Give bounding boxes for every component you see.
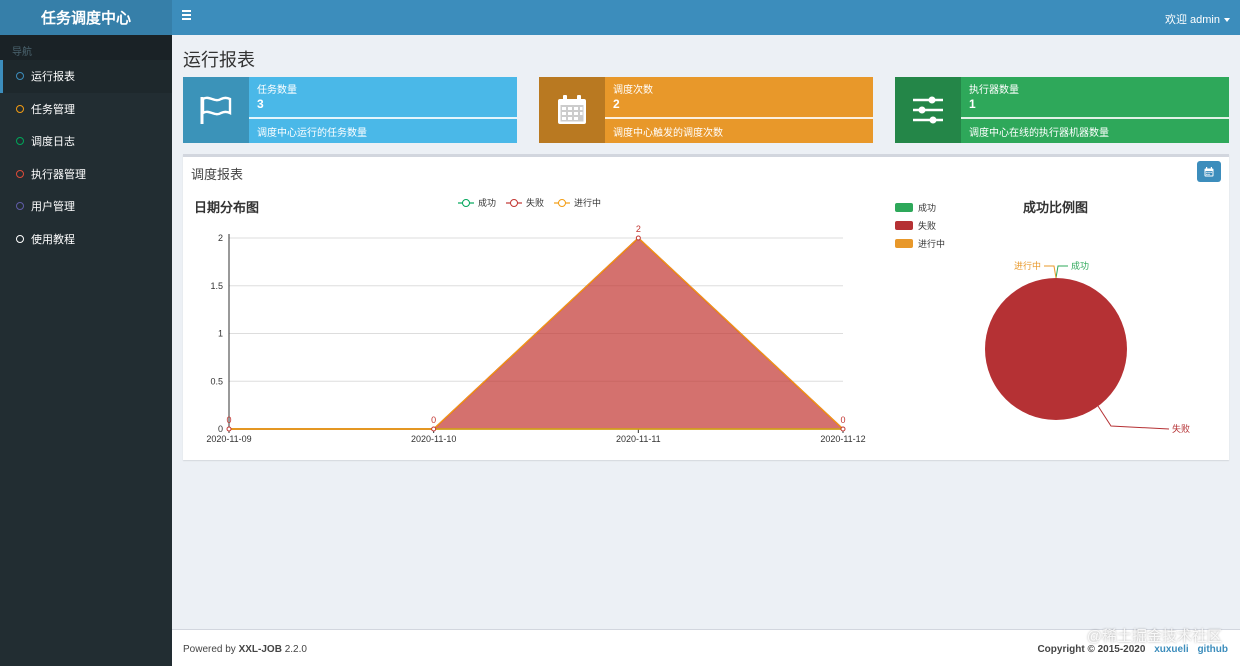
info-box-progress	[605, 117, 873, 119]
sliders-icon	[895, 77, 961, 143]
pie-slice-1[interactable]	[985, 278, 1127, 420]
footer-product: XXL-JOB	[238, 644, 282, 655]
top-navbar: 欢迎 admin	[172, 0, 1240, 35]
pie-label-line	[1097, 405, 1170, 430]
x-tick-label: 2020-11-09	[206, 434, 251, 444]
calendar-icon	[539, 77, 605, 143]
info-box-1: 调度次数 2 调度中心触发的调度次数	[539, 77, 873, 143]
legend-item-0[interactable]: 成功	[458, 197, 496, 208]
info-box-description: 调度中心在线的执行器机器数量	[969, 128, 1109, 139]
legend-label: 进行中	[574, 197, 601, 208]
sidebar-item-1[interactable]: 任务管理	[0, 93, 172, 126]
info-box-label: 任务数量	[257, 85, 297, 96]
data-point[interactable]	[635, 235, 641, 241]
user-menu-label: 欢迎 admin	[1164, 14, 1220, 26]
footer-powered-prefix: Powered by	[183, 644, 239, 655]
data-label: 0	[840, 415, 845, 425]
report-panel: 调度报表 日期分布图 0 0.5 1 1.5 2 2020-11-09 2020-11-10…	[183, 154, 1229, 460]
pie-label: 成功	[1071, 260, 1089, 271]
y-tick-label: 0.5	[210, 376, 223, 386]
y-tick-label: 1.5	[210, 281, 223, 291]
caret-down-icon	[1224, 18, 1230, 22]
main-content: 运行报表 任务数量 3 调度中心运行的任务数量 调度次数 2 调度中心触发的调度次数 执行器…	[172, 35, 1240, 629]
x-tick-label: 2020-11-11	[616, 434, 661, 444]
circle-icon	[16, 169, 24, 178]
sidebar: 导航 运行报表任务管理调度日志执行器管理用户管理使用教程	[0, 35, 172, 666]
data-point[interactable]	[431, 426, 437, 432]
x-tick-label: 2020-11-12	[820, 434, 865, 444]
sidebar-item-label: 执行器管理	[31, 168, 86, 181]
legend-marker	[558, 199, 566, 207]
y-tick-label: 1	[218, 329, 223, 339]
circle-icon	[16, 202, 24, 211]
legend-marker	[462, 199, 470, 207]
info-box-description: 调度中心运行的任务数量	[257, 128, 367, 139]
info-box-progress	[961, 117, 1229, 119]
footer-version: 2.2.0	[281, 644, 307, 655]
data-point[interactable]	[840, 426, 846, 432]
circle-icon	[16, 104, 24, 113]
info-box-description: 调度中心触发的调度次数	[613, 128, 723, 139]
circle-icon	[16, 137, 24, 146]
info-box-number: 2	[613, 97, 620, 111]
circle-icon	[16, 234, 24, 243]
data-point[interactable]	[226, 426, 232, 432]
info-box-2: 执行器数量 1 调度中心在线的执行器机器数量	[895, 77, 1229, 143]
pie-label: 失败	[1172, 423, 1190, 434]
user-menu[interactable]: 欢迎 admin	[1165, 11, 1230, 27]
data-label: 0	[226, 415, 231, 425]
pie-label: 进行中	[1014, 260, 1041, 271]
y-tick-label: 0	[218, 424, 223, 434]
page-title: 运行报表	[183, 50, 255, 70]
data-label: 0	[431, 415, 436, 425]
info-box-0: 任务数量 3 调度中心运行的任务数量	[183, 77, 517, 143]
sidebar-item-label: 使用教程	[31, 233, 75, 246]
line-chart: 0 0.5 1 1.5 2 2020-11-09 2020-11-10 2020-11-11 2…	[206, 197, 865, 444]
watermark: @稀土掘金技术社区	[1086, 628, 1222, 645]
menu-toggle-icon[interactable]	[182, 10, 194, 24]
info-box-progress	[249, 117, 517, 119]
footer: Powered by XXL-JOB 2.2.0 Copyright © 201…	[172, 629, 1240, 666]
sidebar-item-5[interactable]: 使用教程	[0, 223, 172, 256]
sidebar-item-0[interactable]: 运行报表	[0, 60, 172, 93]
data-label: 2	[636, 224, 641, 234]
circle-icon	[16, 72, 24, 81]
app-logo[interactable]: 任务调度中心	[0, 0, 172, 35]
sidebar-item-3[interactable]: 执行器管理	[0, 158, 172, 191]
legend-label: 失败	[526, 197, 544, 208]
sidebar-item-2[interactable]: 调度日志	[0, 125, 172, 158]
legend-label: 成功	[478, 197, 496, 208]
footer-powered: Powered by XXL-JOB 2.2.0	[183, 644, 307, 655]
flag-icon	[183, 77, 249, 143]
sidebar-item-4[interactable]: 用户管理	[0, 190, 172, 223]
legend-marker	[510, 199, 518, 207]
sidebar-item-label: 调度日志	[31, 136, 75, 149]
legend-item-1[interactable]: 失败	[506, 197, 544, 208]
legend-item-2[interactable]: 进行中	[554, 197, 601, 208]
sidebar-item-label: 运行报表	[31, 71, 75, 84]
pie-label-line	[1055, 265, 1068, 279]
info-box-number: 1	[969, 97, 976, 111]
x-tick-label: 2020-11-10	[411, 434, 456, 444]
info-box-number: 3	[257, 97, 264, 111]
sidebar-header: 导航	[0, 35, 172, 60]
pie-chart: 成功 进行中失败	[985, 260, 1190, 434]
sidebar-item-label: 任务管理	[31, 103, 75, 116]
y-tick-label: 2	[218, 233, 223, 243]
info-box-label: 执行器数量	[969, 85, 1019, 96]
pie-label-line	[1044, 265, 1057, 279]
sidebar-item-label: 用户管理	[31, 201, 75, 214]
info-box-label: 调度次数	[613, 85, 653, 96]
